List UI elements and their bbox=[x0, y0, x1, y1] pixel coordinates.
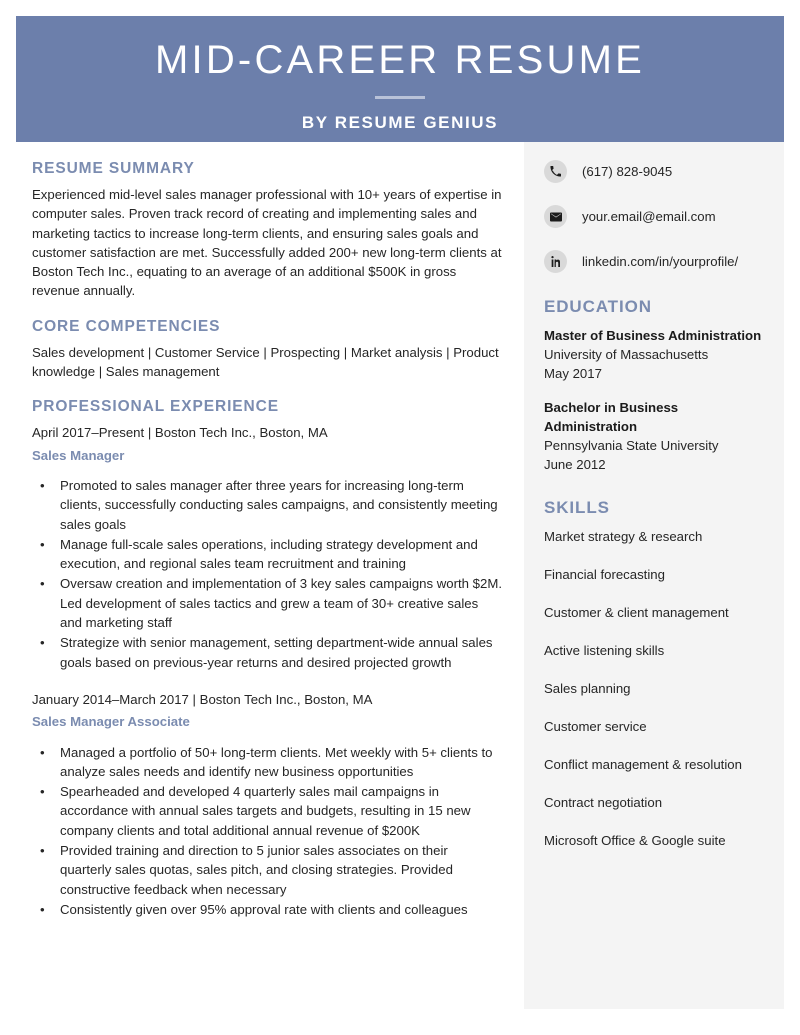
skill-item: Conflict management & resolution bbox=[544, 757, 742, 772]
bullet-item: Strategize with senior management, setti… bbox=[32, 633, 502, 672]
skill-item: Microsoft Office & Google suite bbox=[544, 833, 726, 848]
job-bullets: Promoted to sales manager after three ye… bbox=[32, 476, 502, 672]
education-school: Pennsylvania State University bbox=[544, 438, 719, 453]
education-date: May 2017 bbox=[544, 366, 602, 381]
education-heading: EDUCATION bbox=[544, 297, 652, 316]
experience-heading: PROFESSIONAL EXPERIENCE bbox=[32, 398, 279, 416]
linkedin-icon bbox=[544, 250, 567, 273]
competencies-text: Sales development | Customer Service | P… bbox=[32, 344, 499, 380]
competencies-heading: CORE COMPETENCIES bbox=[32, 317, 221, 335]
email-value[interactable]: your.email@email.com bbox=[582, 208, 716, 226]
bullet-item: Manage full-scale sales operations, incl… bbox=[32, 535, 502, 574]
phone-value[interactable]: (617) 828-9045 bbox=[582, 163, 672, 181]
bullet-item: Consistently given over 95% approval rat… bbox=[32, 900, 502, 920]
job-bullets: Managed a portfolio of 50+ long-term cli… bbox=[32, 743, 502, 920]
header-divider bbox=[375, 96, 425, 99]
email-icon bbox=[544, 205, 567, 228]
job-title: Sales Manager Associate bbox=[32, 714, 190, 730]
linkedin-value[interactable]: linkedin.com/in/yourprofile/ bbox=[582, 253, 738, 271]
skill-item: Financial forecasting bbox=[544, 567, 665, 582]
bullet-item: Promoted to sales manager after three ye… bbox=[32, 476, 502, 534]
section-core-competencies: CORE COMPETENCIES Sales development | Cu… bbox=[32, 318, 502, 382]
resume-body: RESUME SUMMARY Experienced mid-level sal… bbox=[16, 142, 784, 1009]
skill-item: Contract negotiation bbox=[544, 795, 663, 810]
education-date: June 2012 bbox=[544, 457, 606, 472]
skill-item: Market strategy & research bbox=[544, 529, 703, 544]
skill-item: Customer service bbox=[544, 719, 647, 734]
section-skills: SKILLS Market strategy & research Financ… bbox=[544, 498, 766, 850]
main-column: RESUME SUMMARY Experienced mid-level sal… bbox=[16, 142, 524, 1009]
skills-list: Market strategy & research Financial for… bbox=[544, 527, 766, 850]
skills-heading: SKILLS bbox=[544, 498, 610, 517]
skill-item: Active listening skills bbox=[544, 643, 665, 658]
education-entry: Bachelor in Business Administration Penn… bbox=[544, 398, 766, 474]
education-degree: Master of Business Administration bbox=[544, 328, 762, 343]
bullet-item: Spearheaded and developed 4 quarterly sa… bbox=[32, 782, 502, 840]
education-degree: Bachelor in Business Administration bbox=[544, 400, 679, 434]
contact-phone: (617) 828-9045 bbox=[544, 160, 766, 183]
skill-item: Customer & client management bbox=[544, 605, 729, 620]
job-meta: April 2017–Present | Boston Tech Inc., B… bbox=[32, 425, 328, 441]
phone-icon bbox=[544, 160, 567, 183]
skill-item: Sales planning bbox=[544, 681, 631, 696]
bullet-item: Provided training and direction to 5 jun… bbox=[32, 841, 502, 899]
contact-linkedin: linkedin.com/in/yourprofile/ bbox=[544, 250, 766, 273]
section-resume-summary: RESUME SUMMARY Experienced mid-level sal… bbox=[32, 160, 502, 301]
resume-page: MID-CAREER RESUME BY RESUME GENIUS RESUM… bbox=[16, 16, 784, 1009]
resume-header: MID-CAREER RESUME BY RESUME GENIUS bbox=[16, 16, 784, 142]
section-professional-experience: PROFESSIONAL EXPERIENCE April 2017–Prese… bbox=[32, 398, 502, 919]
sidebar-column: (617) 828-9045 your.email@email.com link… bbox=[524, 142, 784, 1009]
contact-email: your.email@email.com bbox=[544, 205, 766, 228]
summary-heading: RESUME SUMMARY bbox=[32, 160, 195, 177]
contact-list: (617) 828-9045 your.email@email.com link… bbox=[544, 160, 766, 273]
experience-entry: April 2017–Present | Boston Tech Inc., B… bbox=[32, 423, 502, 672]
education-school: University of Massachusetts bbox=[544, 347, 709, 362]
bullet-item: Managed a portfolio of 50+ long-term cli… bbox=[32, 743, 502, 782]
job-title: Sales Manager bbox=[32, 447, 125, 463]
job-meta: January 2014–March 2017 | Boston Tech In… bbox=[32, 691, 373, 707]
header-subtitle: BY RESUME GENIUS bbox=[301, 113, 499, 132]
summary-text: Experienced mid-level sales manager prof… bbox=[32, 187, 502, 299]
bullet-item: Oversaw creation and implementation of 3… bbox=[32, 574, 502, 632]
page-title: MID-CAREER RESUME bbox=[155, 38, 645, 82]
education-entry: Master of Business Administration Univer… bbox=[544, 326, 766, 383]
section-education: EDUCATION Master of Business Administrat… bbox=[544, 297, 766, 474]
experience-entry: January 2014–March 2017 | Boston Tech In… bbox=[32, 690, 502, 920]
